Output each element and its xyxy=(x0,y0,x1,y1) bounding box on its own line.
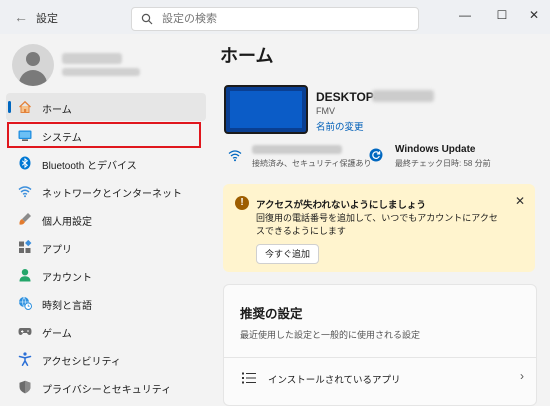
sidebar-item-label: ホーム xyxy=(42,105,72,116)
back-arrow-icon[interactable]: ← xyxy=(12,8,30,26)
sidebar-item-label: Bluetooth とデバイス xyxy=(42,161,137,172)
close-button[interactable]: ✕ xyxy=(525,6,543,24)
sidebar-item-time-language[interactable]: 時刻と言語 xyxy=(6,289,206,317)
search-icon xyxy=(141,13,153,25)
redacted-user-name xyxy=(62,53,122,64)
apps-icon xyxy=(19,240,32,253)
sidebar-item-personalization[interactable]: 個人用設定 xyxy=(6,205,206,233)
sidebar-item-label: ゲーム xyxy=(42,329,72,340)
sidebar-item-label: ネットワークとインターネット xyxy=(42,189,182,200)
title-bar: ← 設定 — ☐ ✕ xyxy=(0,0,550,34)
avatar xyxy=(12,44,54,86)
redacted-network-name[interactable] xyxy=(252,145,342,154)
sidebar-item-home[interactable]: ホーム xyxy=(6,93,206,121)
windows-update-icon xyxy=(369,148,383,162)
device-model: FMV xyxy=(316,106,335,116)
globe-clock-icon xyxy=(19,296,32,310)
account-alert: ! アクセスが失われないようにしましょう 回復用の電話番号を追加して、いつでもア… xyxy=(223,184,535,272)
sidebar-item-bluetooth[interactable]: Bluetooth とデバイス xyxy=(6,149,206,177)
close-icon[interactable]: ✕ xyxy=(511,192,529,210)
search-input[interactable] xyxy=(160,9,414,29)
list-icon xyxy=(242,372,256,384)
sidebar-item-label: アクセシビリティ xyxy=(42,357,121,368)
sidebar-item-accounts[interactable]: アカウント xyxy=(6,261,206,289)
alert-title: アクセスが失われないようにしましょう xyxy=(256,200,426,211)
page-title: ホーム xyxy=(220,46,274,66)
installed-apps-label: インストールされているアプリ xyxy=(268,375,401,386)
redacted-user-email xyxy=(62,68,140,76)
highlight-box xyxy=(7,122,201,148)
sidebar-item-apps[interactable]: アプリ xyxy=(6,233,206,261)
installed-apps-item[interactable]: インストールされているアプリ › xyxy=(224,358,536,398)
alert-body: 回復用の電話番号を追加して、いつでもアカウントにアクセスできるようにします xyxy=(256,213,498,236)
recommended-settings-card: 推奨の設定 最近使用した設定と一般的に使用される設定 インストールされているアプ… xyxy=(223,284,537,406)
redacted-device-suffix xyxy=(372,90,434,102)
sidebar-item-label: 個人用設定 xyxy=(42,217,92,228)
paintbrush-icon xyxy=(19,213,31,225)
minimize-button[interactable]: — xyxy=(456,6,474,24)
account-icon xyxy=(19,269,31,282)
sidebar-nav: ホーム システム Bluetooth とデバイス ネットワークとインターネット … xyxy=(6,93,206,401)
windows-update-status: 最終チェック日時: 58 分前 xyxy=(395,159,491,168)
windows-update-title[interactable]: Windows Update xyxy=(395,144,475,155)
sidebar-item-system[interactable]: システム xyxy=(6,121,206,149)
recommended-title: 推奨の設定 xyxy=(240,307,303,321)
sidebar-item-label: アカウント xyxy=(42,273,92,284)
recommended-subtitle: 最近使用した設定と一般的に使用される設定 xyxy=(240,330,421,340)
chevron-right-icon: › xyxy=(520,369,524,383)
sidebar: ホーム システム Bluetooth とデバイス ネットワークとインターネット … xyxy=(0,34,210,400)
sidebar-item-privacy-security[interactable]: プライバシーとセキュリティ xyxy=(6,373,206,401)
sidebar-item-label: プライバシーとセキュリティ xyxy=(42,385,172,396)
main-content: ホーム DESKTOP- FMV 名前の変更 接続済み、セキュリティ保護あり W… xyxy=(210,34,550,406)
search-box[interactable] xyxy=(131,7,419,31)
bluetooth-icon xyxy=(19,156,31,170)
wifi-icon xyxy=(18,186,32,198)
sidebar-item-label: アプリ xyxy=(42,245,72,256)
app-title: 設定 xyxy=(36,13,58,25)
warning-icon: ! xyxy=(235,196,249,210)
user-profile[interactable] xyxy=(12,44,202,94)
wifi-icon xyxy=(228,150,242,162)
add-now-button[interactable]: 今すぐ追加 xyxy=(256,244,320,264)
sidebar-item-network[interactable]: ネットワークとインターネット xyxy=(6,177,206,205)
gamepad-icon xyxy=(18,328,32,335)
rename-link[interactable]: 名前の変更 xyxy=(316,119,364,133)
shield-icon xyxy=(19,380,31,394)
sidebar-item-label: 時刻と言語 xyxy=(42,301,92,312)
sidebar-item-gaming[interactable]: ゲーム xyxy=(6,317,206,345)
maximize-button[interactable]: ☐ xyxy=(493,6,511,24)
accessibility-icon xyxy=(18,352,32,366)
device-thumbnail xyxy=(224,85,308,134)
device-name: DESKTOP- xyxy=(316,90,378,104)
home-icon xyxy=(19,100,31,113)
sidebar-item-accessibility[interactable]: アクセシビリティ xyxy=(6,345,206,373)
network-status: 接続済み、セキュリティ保護あり xyxy=(252,159,372,168)
